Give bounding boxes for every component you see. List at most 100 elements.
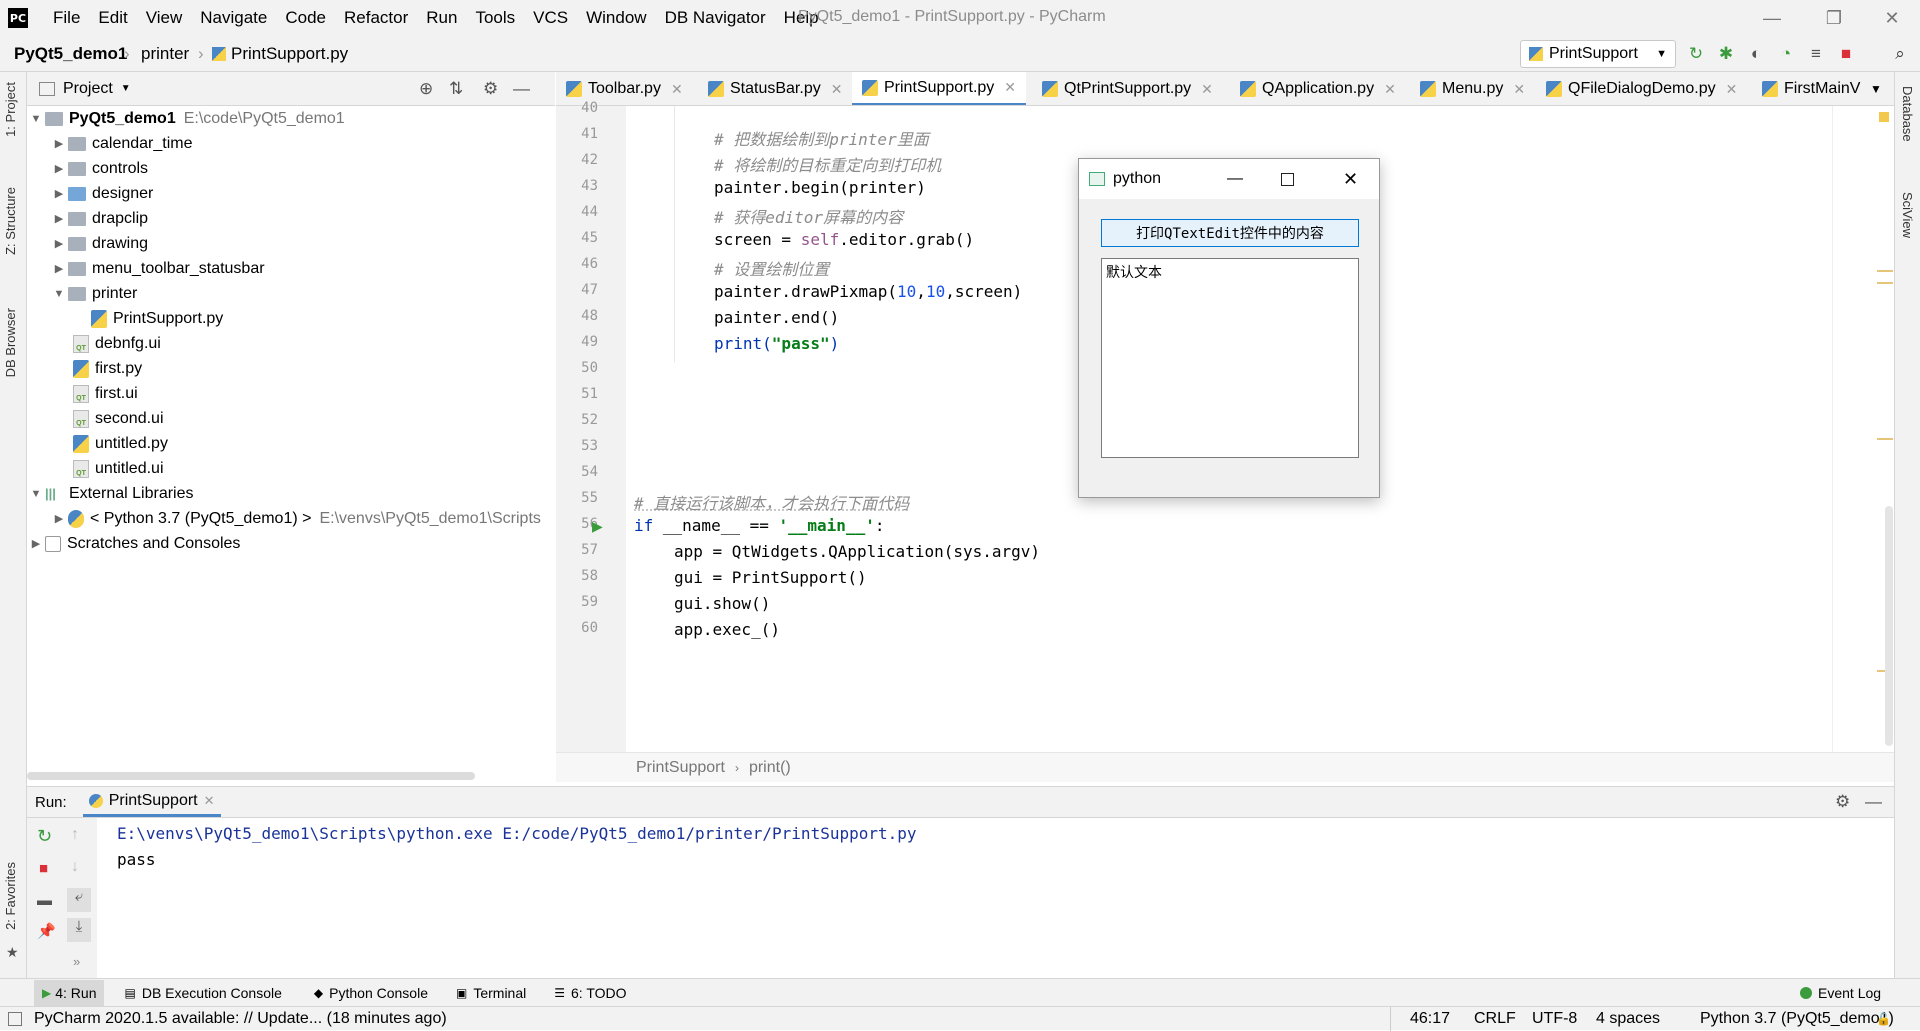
tree-file[interactable]: untitled.py [73,431,168,456]
warning-marker-icon[interactable] [1879,112,1889,122]
marker[interactable] [1877,438,1893,440]
dialog-maximize-icon[interactable] [1281,172,1294,186]
soft-wrap-icon[interactable]: ⤶ [67,888,91,912]
print-button[interactable]: 打印QTextEdit控件中的内容 [1101,219,1359,247]
more-icon[interactable]: » [73,954,80,969]
menu-code[interactable]: Code [276,8,335,28]
file-encoding[interactable]: UTF-8 [1532,1010,1577,1028]
gear-icon[interactable]: ⚙ [483,79,498,99]
tree-folder[interactable]: ▶ drapclip [50,206,148,231]
tree-python-sdk[interactable]: ▶ < Python 3.7 (PyQt5_demo1) > E:\venvs\Py… [50,506,541,531]
breadcrumb-project[interactable]: PyQt5_demo1 [14,44,127,64]
run-tool-button[interactable]: ▶ 4: Run [34,979,105,1006]
stop-icon[interactable]: ■ [39,860,48,877]
chevron-down-icon[interactable]: ▼ [1870,72,1882,105]
close-icon[interactable]: ✕ [1864,0,1920,36]
tab-qfiledialogdemo[interactable]: QFileDialogDemo.py ✕ [1546,72,1738,105]
project-tool-tab[interactable]: 1: Project [3,82,18,137]
run-tab[interactable]: PrintSupport ✕ [82,787,221,817]
close-tab-icon[interactable]: ✕ [1004,79,1016,96]
db-console-tool-button[interactable]: ▤ DB Execution Console [124,985,281,1001]
close-tab-icon[interactable]: ✕ [671,81,683,98]
up-arrow-icon[interactable]: ↑ [71,826,79,844]
tab-firstmain[interactable]: FirstMainV [1762,72,1860,105]
chevron-down-icon[interactable]: ▼ [121,83,131,94]
tree-file[interactable]: QT first.ui [73,381,138,406]
tab-menu[interactable]: Menu.py ✕ [1420,72,1525,105]
structure-tool-tab[interactable]: Z: Structure [3,187,18,255]
breadcrumb-class[interactable]: PrintSupport [636,759,725,777]
todo-tool-button[interactable]: ☰ 6: TODO [554,985,626,1001]
close-tab-icon[interactable]: ✕ [831,81,843,98]
dialog-titlebar[interactable]: python — ✕ [1079,159,1379,199]
tab-qapplication[interactable]: QApplication.py ✕ [1240,72,1396,105]
tree-folder[interactable]: ▶ controls [50,156,148,181]
python-console-tool-button[interactable]: ◆ Python Console [314,985,428,1001]
text-edit[interactable]: 默认文本 [1101,258,1359,458]
collapse-all-icon[interactable]: ⇅ [449,79,463,99]
dialog-minimize-icon[interactable]: — [1227,170,1243,188]
menu-file[interactable]: File [44,8,89,28]
down-arrow-icon[interactable]: ↓ [71,858,79,876]
pin-icon[interactable]: 📌 [37,922,56,940]
restore-icon[interactable]: ❐ [1806,0,1862,36]
run-gutter-icon[interactable]: ▶ [592,518,603,535]
minimize-icon[interactable]: — [1744,0,1800,36]
gear-icon[interactable]: ⚙ [1835,792,1850,812]
tree-folder[interactable]: ▶ designer [50,181,154,206]
dialog-close-icon[interactable]: ✕ [1343,169,1358,190]
horizontal-scrollbar[interactable] [27,772,475,780]
layout-icon[interactable]: ▬ [37,892,52,909]
stop-icon[interactable]: ■ [1836,44,1856,64]
locate-icon[interactable]: ⊕ [419,79,433,99]
database-tool-tab[interactable]: Database [1900,86,1915,142]
project-panel-title[interactable]: Project [63,80,113,98]
breadcrumb-folder[interactable]: printer [141,44,189,64]
breadcrumb-method[interactable]: print() [749,759,791,777]
run-console[interactable]: E:\venvs\PyQt5_demo1\Scripts\python.exe … [97,818,1894,978]
close-tab-icon[interactable]: ✕ [1726,81,1738,98]
lock-icon[interactable]: 🔓 [1876,1012,1891,1026]
menu-navigate[interactable]: Navigate [191,8,276,28]
tree-file[interactable]: first.py [73,356,142,381]
search-icon[interactable]: ⌕ [1890,44,1910,64]
marker[interactable] [1877,270,1893,272]
hide-icon[interactable]: — [1865,792,1882,812]
hide-icon[interactable]: — [513,79,530,99]
rerun-icon[interactable]: ↻ [1686,44,1706,64]
close-tab-icon[interactable]: ✕ [1201,81,1213,98]
close-tab-icon[interactable]: ✕ [1384,81,1396,98]
tree-file[interactable]: QT second.ui [73,406,164,431]
menu-edit[interactable]: Edit [89,8,136,28]
debug-icon[interactable]: ✱ [1716,44,1736,64]
menu-vcs[interactable]: VCS [524,8,577,28]
terminal-tool-button[interactable]: ▣ Terminal [456,985,526,1001]
editor-marker-stripe[interactable] [1832,106,1894,752]
tab-printsupport[interactable]: PrintSupport.py ✕ [852,72,1027,105]
rerun-icon[interactable]: ↻ [37,826,52,847]
menu-refactor[interactable]: Refactor [335,8,417,28]
tree-file[interactable]: QT debnfg.ui [73,331,161,356]
scroll-to-end-icon[interactable]: ⤓ [67,918,91,942]
menu-view[interactable]: View [137,8,192,28]
tree-root[interactable]: ▼ PyQt5_demo1 E:\code\PyQt5_demo1 [27,106,345,131]
caret-position[interactable]: 46:17 [1410,1010,1450,1028]
concurrency-icon[interactable]: ≡ [1806,44,1826,64]
indent-setting[interactable]: 4 spaces [1596,1010,1660,1028]
profile-icon[interactable]: ◔ [1776,44,1796,64]
vertical-scrollbar[interactable] [1885,506,1893,746]
tree-scratches[interactable]: ▶ Scratches and Consoles [27,531,240,556]
tree-folder[interactable]: ▶ menu_toolbar_statusbar [50,256,265,281]
tree-file-selected[interactable]: PrintSupport.py [91,306,223,331]
tab-qtprintsupport[interactable]: QtPrintSupport.py ✕ [1042,72,1213,105]
tree-folder[interactable]: ▶ calendar_time [50,131,193,156]
favorites-tool-tab[interactable]: 2: Favorites [3,862,18,930]
sciview-tool-tab[interactable]: SciView [1900,192,1915,238]
breadcrumb-file[interactable]: PrintSupport.py [231,44,348,64]
close-tab-icon[interactable]: ✕ [204,793,215,809]
event-log-tool-button[interactable]: Event Log [1800,985,1881,1001]
close-tab-icon[interactable]: ✕ [1513,81,1525,98]
status-panel-icon[interactable] [8,1011,22,1026]
tree-folder[interactable]: ▶ drawing [50,231,148,256]
db-browser-tool-tab[interactable]: DB Browser [3,308,18,377]
